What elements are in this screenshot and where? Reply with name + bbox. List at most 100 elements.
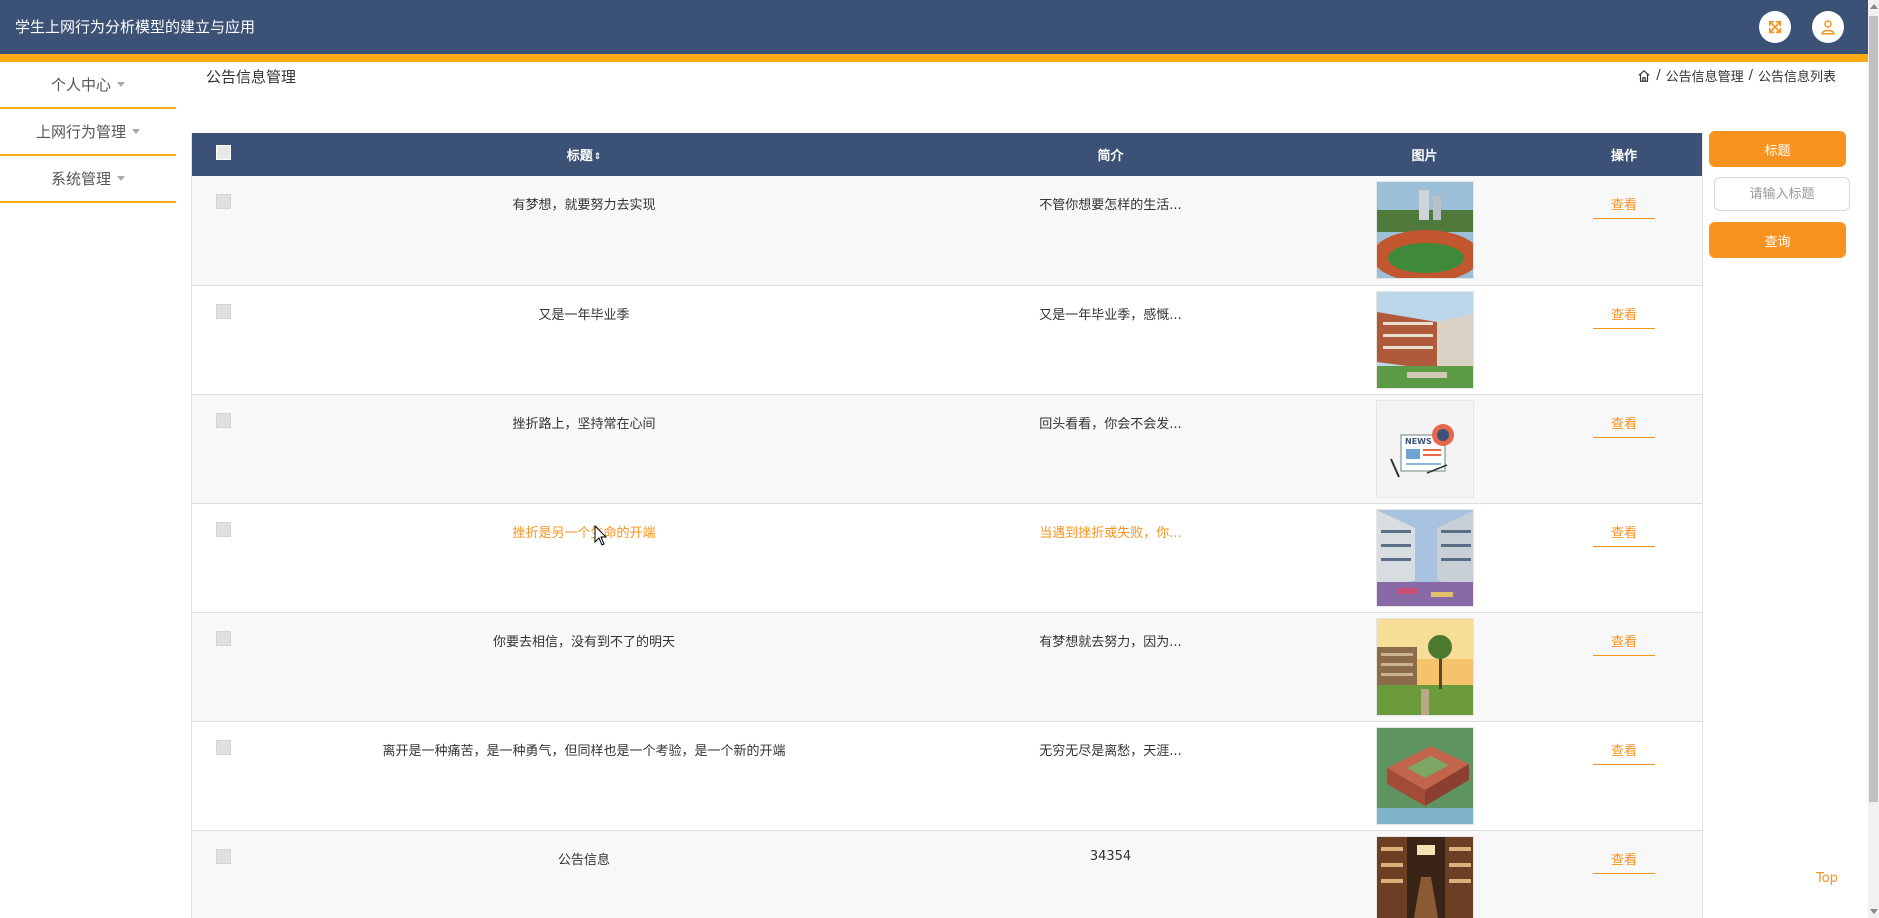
row-checkbox[interactable] bbox=[216, 521, 231, 537]
announcement-table: 标题⇕ 简介 图片 操作 有梦想，就要努力去实现 不管你想要怎样的生活... 查看又… bbox=[191, 133, 1703, 918]
app-title: 学生上网行为分析模型的建立与应用 bbox=[15, 18, 256, 36]
thumbnail-image bbox=[1375, 726, 1474, 825]
row-image-cell bbox=[1305, 503, 1544, 612]
user-icon bbox=[1821, 20, 1835, 35]
row-title[interactable]: 又是一年毕业季 bbox=[252, 285, 916, 394]
view-button[interactable]: 查看 bbox=[1592, 194, 1655, 219]
table-row[interactable]: 挫折路上，坚持常在心间 回头看看，你会不会发... NEWS 查看 bbox=[192, 394, 1702, 503]
table-row[interactable]: 公告信息 34354 查看 bbox=[192, 830, 1702, 918]
search-field-label[interactable]: 标题 bbox=[1709, 131, 1846, 167]
row-action-cell: 查看 bbox=[1544, 394, 1702, 503]
row-image-cell bbox=[1305, 285, 1544, 394]
thumbnail-image bbox=[1375, 617, 1474, 716]
chevron-down-icon bbox=[117, 176, 125, 181]
row-image-cell bbox=[1305, 612, 1544, 721]
row-image-cell: NEWS bbox=[1305, 394, 1544, 503]
table-header-row: 标题⇕ 简介 图片 操作 bbox=[192, 133, 1702, 176]
view-button[interactable]: 查看 bbox=[1592, 631, 1655, 656]
chevron-down-icon bbox=[117, 82, 125, 87]
sidebar: 个人中心 上网行为管理 系统管理 bbox=[0, 62, 176, 203]
column-header-action: 操作 bbox=[1610, 149, 1637, 164]
row-select-cell bbox=[192, 503, 252, 612]
row-checkbox[interactable] bbox=[216, 848, 231, 864]
mouse-cursor-icon bbox=[594, 525, 608, 546]
sidebar-item-label: 系统管理 bbox=[50, 170, 111, 188]
view-button[interactable]: 查看 bbox=[1592, 413, 1655, 438]
breadcrumb-item[interactable]: 公告信息管理 bbox=[1666, 66, 1744, 85]
row-image-cell bbox=[1305, 721, 1544, 830]
column-header-label: 标题 bbox=[566, 149, 593, 164]
thumbnail-image bbox=[1375, 835, 1474, 918]
chevron-down-icon bbox=[132, 129, 140, 134]
row-title[interactable]: 公告信息 bbox=[252, 830, 916, 918]
row-action-cell: 查看 bbox=[1544, 830, 1702, 918]
row-select-cell bbox=[192, 394, 252, 503]
row-intro: 回头看看，你会不会发... bbox=[1039, 416, 1182, 432]
row-title[interactable]: 离开是一种痛苦，是一种勇气，但同样也是一个考验，是一个新的开端 bbox=[252, 721, 916, 830]
sidebar-item-personal-center[interactable]: 个人中心 bbox=[0, 62, 176, 109]
row-select-cell bbox=[192, 285, 252, 394]
sidebar-item-label: 上网行为管理 bbox=[35, 123, 126, 141]
thumbnail-image bbox=[1375, 508, 1474, 607]
row-select-cell bbox=[192, 721, 252, 830]
view-button[interactable]: 查看 bbox=[1592, 740, 1655, 765]
header-accent-bar bbox=[0, 54, 1868, 62]
scroll-down-icon[interactable] bbox=[1870, 909, 1878, 914]
sidebar-item-online-behavior[interactable]: 上网行为管理 bbox=[0, 109, 176, 156]
select-all-checkbox[interactable] bbox=[216, 145, 231, 160]
table-row[interactable]: 挫折是另一个生命的开端 当遇到挫折或失败，你... 查看 bbox=[192, 503, 1702, 612]
column-header-title[interactable]: 标题⇕ bbox=[252, 133, 916, 176]
row-checkbox[interactable] bbox=[216, 194, 231, 209]
thumbnail-image bbox=[1375, 290, 1474, 389]
fullscreen-icon bbox=[1768, 20, 1782, 34]
column-header-image: 图片 bbox=[1411, 149, 1438, 164]
page-title: 公告信息管理 bbox=[206, 68, 297, 86]
row-title[interactable]: 你要去相信，没有到不了的明天 bbox=[252, 612, 916, 721]
table-row[interactable]: 又是一年毕业季 又是一年毕业季，感慨... 查看 bbox=[192, 285, 1702, 394]
sort-icon[interactable]: ⇕ bbox=[594, 152, 602, 162]
row-title[interactable]: 有梦想，就要努力去实现 bbox=[252, 176, 916, 285]
search-input[interactable] bbox=[1714, 177, 1850, 211]
back-to-top-link[interactable]: Top bbox=[1816, 871, 1838, 886]
query-button[interactable]: 查询 bbox=[1709, 222, 1846, 258]
column-header-intro: 简介 bbox=[1097, 149, 1124, 164]
row-intro: 34354 bbox=[1089, 848, 1132, 864]
select-all-cell bbox=[192, 133, 252, 176]
row-action-cell: 查看 bbox=[1544, 612, 1702, 721]
row-intro: 有梦想就去努力，因为... bbox=[1039, 634, 1182, 650]
row-title[interactable]: 挫折路上，坚持常在心间 bbox=[252, 394, 916, 503]
row-checkbox[interactable] bbox=[216, 739, 231, 755]
page-scrollbar[interactable] bbox=[1868, 0, 1879, 918]
row-image-cell bbox=[1305, 830, 1544, 918]
scroll-up-icon[interactable] bbox=[1870, 4, 1878, 9]
row-checkbox[interactable] bbox=[216, 303, 231, 319]
row-image-cell bbox=[1305, 176, 1544, 285]
row-action-cell: 查看 bbox=[1544, 721, 1702, 830]
view-button[interactable]: 查看 bbox=[1592, 522, 1655, 547]
breadcrumb-current: 公告信息列表 bbox=[1757, 70, 1836, 85]
row-action-cell: 查看 bbox=[1544, 176, 1702, 285]
view-button[interactable]: 查看 bbox=[1592, 304, 1655, 329]
view-button[interactable]: 查看 bbox=[1592, 849, 1655, 874]
breadcrumb: / 公告信息管理 / 公告信息列表 bbox=[1637, 66, 1836, 85]
row-select-cell bbox=[192, 830, 252, 918]
table-row[interactable]: 有梦想，就要努力去实现 不管你想要怎样的生活... 查看 bbox=[192, 176, 1702, 285]
top-header: 学生上网行为分析模型的建立与应用 bbox=[0, 0, 1868, 54]
svg-text:NEWS: NEWS bbox=[1405, 437, 1432, 446]
home-icon[interactable] bbox=[1637, 69, 1651, 83]
user-button[interactable] bbox=[1812, 11, 1844, 43]
row-select-cell bbox=[192, 176, 252, 285]
row-title[interactable]: 挫折是另一个生命的开端 bbox=[252, 503, 916, 612]
sidebar-item-label: 个人中心 bbox=[50, 76, 111, 94]
breadcrumb-separator: / bbox=[1656, 68, 1661, 83]
row-intro: 不管你想要怎样的生活... bbox=[1039, 198, 1182, 213]
row-checkbox[interactable] bbox=[216, 630, 231, 646]
row-intro: 当遇到挫折或失败，你... bbox=[1039, 525, 1182, 541]
row-checkbox[interactable] bbox=[216, 412, 231, 428]
table-row[interactable]: 你要去相信，没有到不了的明天 有梦想就去努力，因为... 查看 bbox=[192, 612, 1702, 721]
thumbnail-image bbox=[1375, 181, 1474, 279]
sidebar-item-system-management[interactable]: 系统管理 bbox=[0, 156, 176, 203]
table-row[interactable]: 离开是一种痛苦，是一种勇气，但同样也是一个考验，是一个新的开端 无穷无尽是离愁，天… bbox=[192, 721, 1702, 830]
fullscreen-button[interactable] bbox=[1759, 11, 1791, 43]
scroll-thumb[interactable] bbox=[1869, 16, 1878, 802]
